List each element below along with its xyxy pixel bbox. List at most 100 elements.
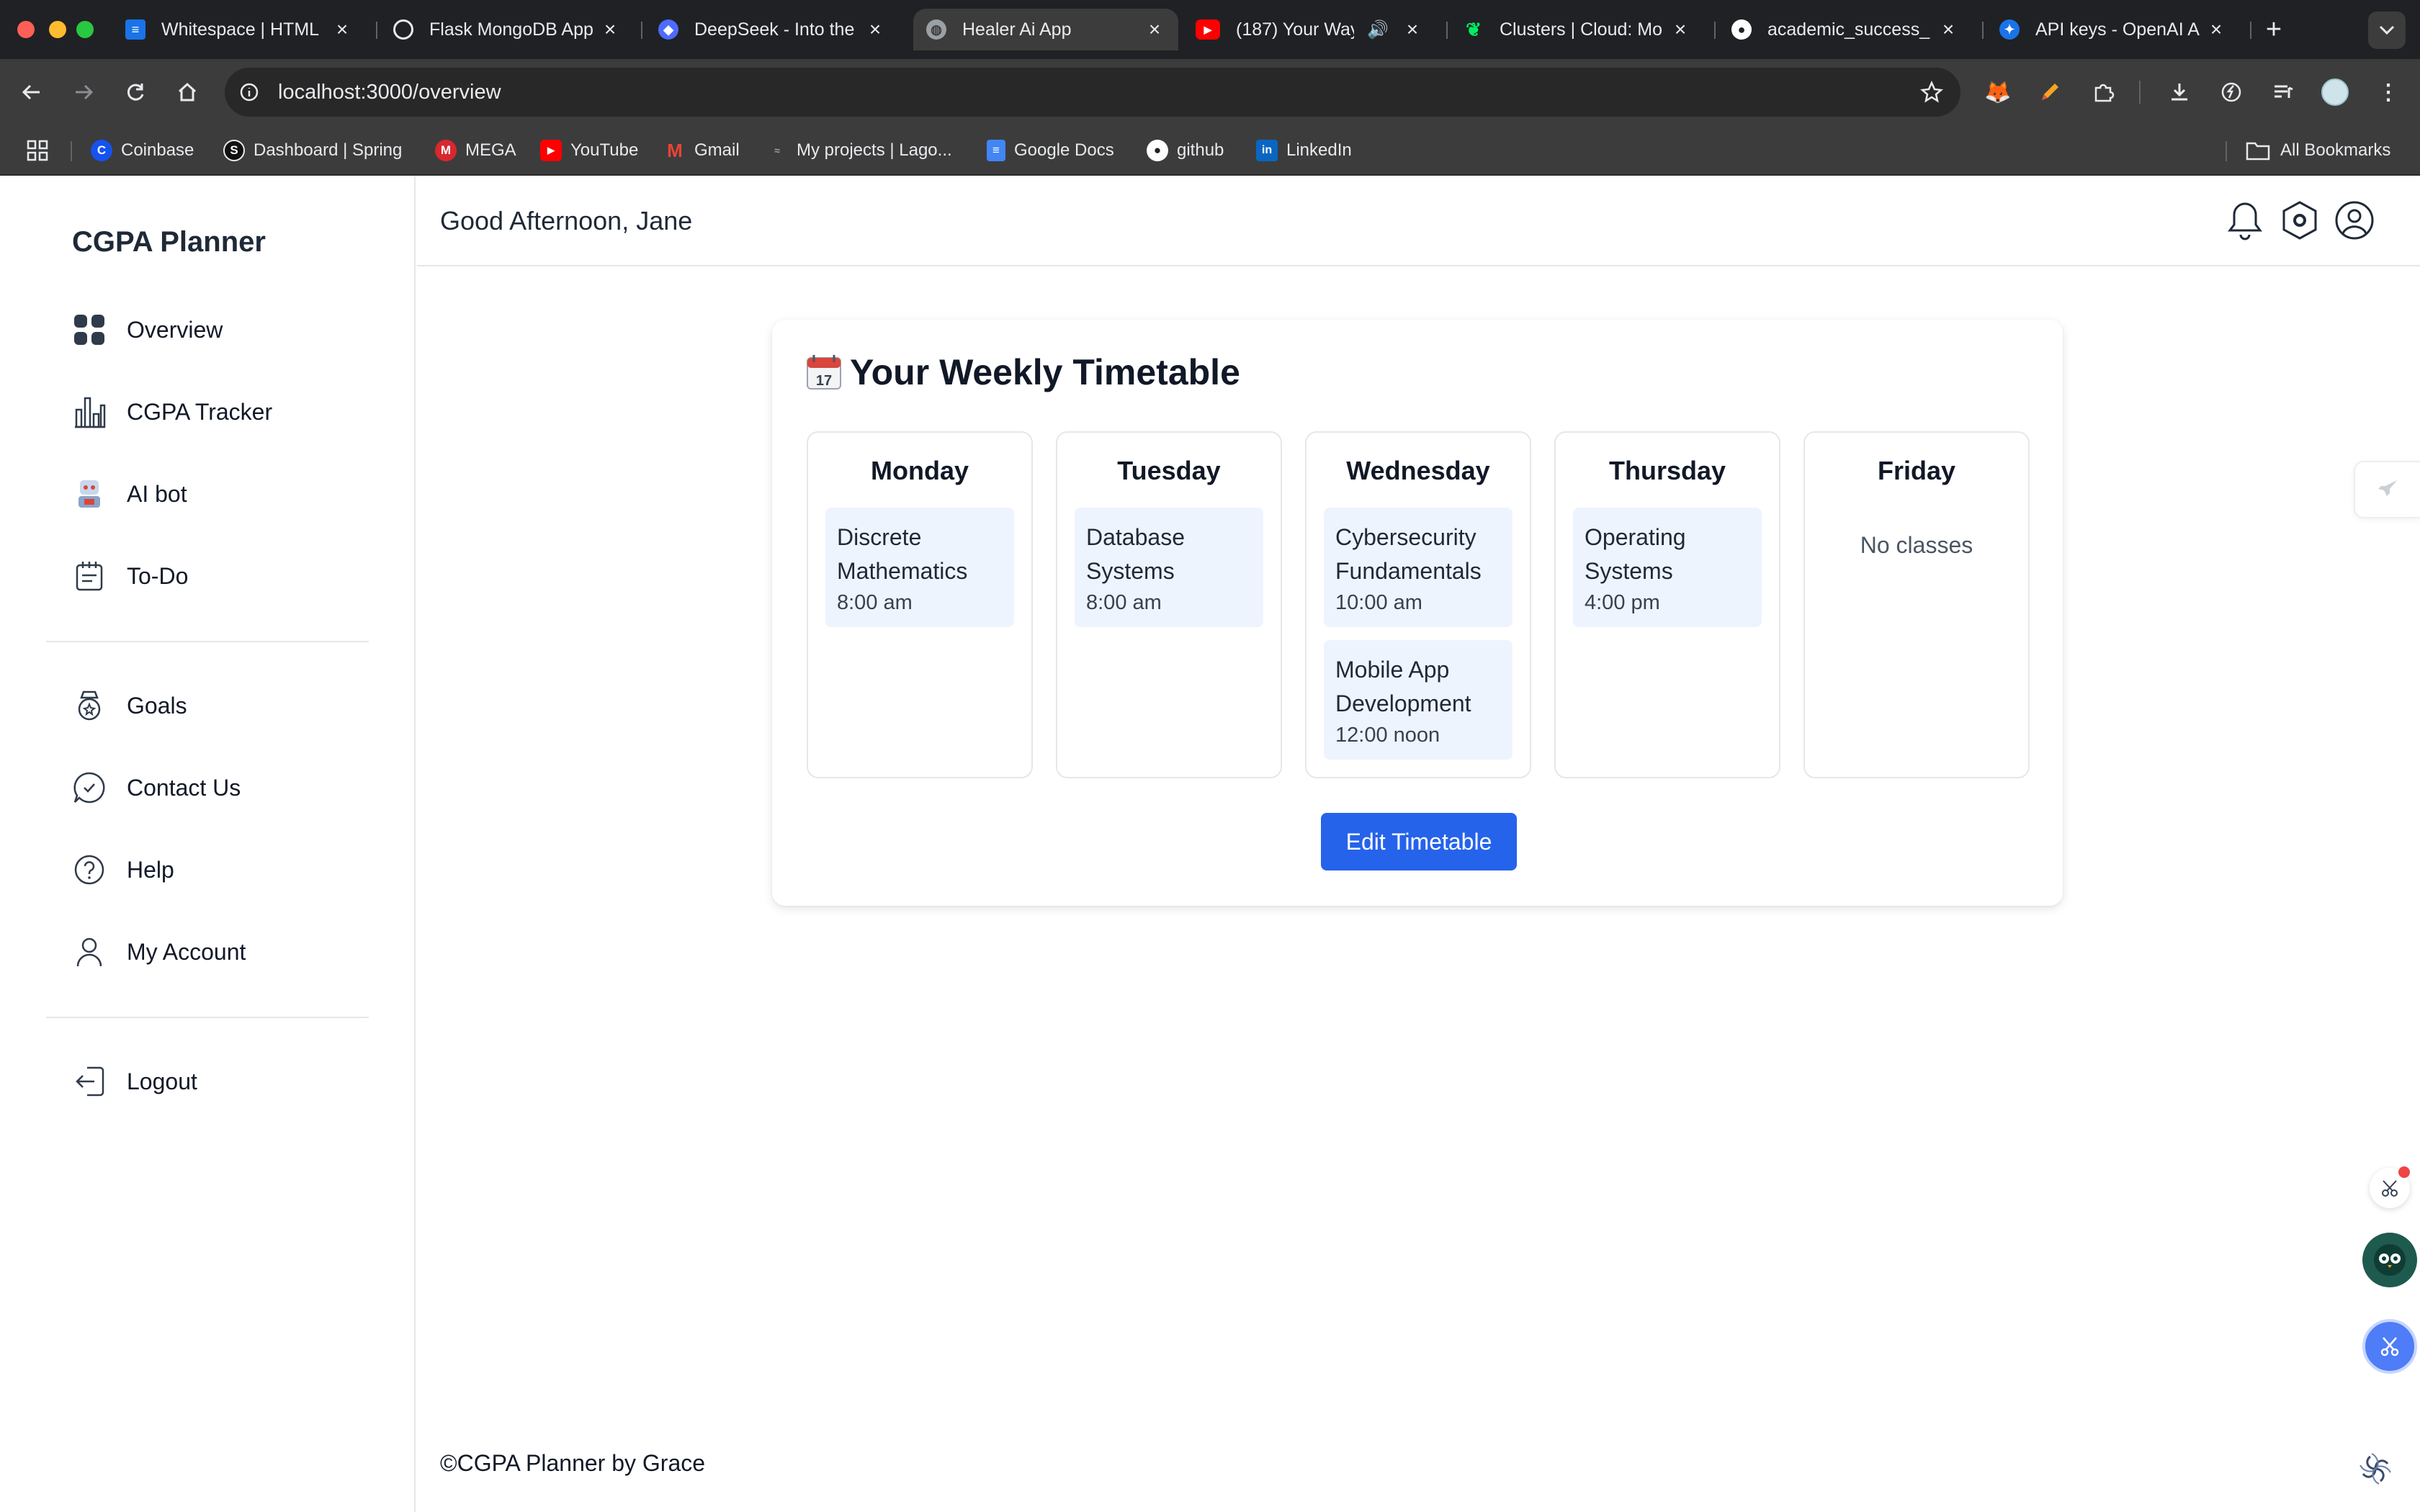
- bookmark-dashboard-spring[interactable]: S Dashboard | Spring: [223, 138, 402, 163]
- bookmark-linkedin[interactable]: in LinkedIn: [1256, 138, 1352, 163]
- scissors-extension-icon[interactable]: [2370, 1166, 2410, 1208]
- chevron-down-icon: [2379, 25, 2395, 35]
- folder-icon: [2246, 142, 2270, 161]
- sidebar-item-overview[interactable]: Overview: [69, 307, 223, 353]
- sidebar-item-help[interactable]: Help: [69, 847, 174, 893]
- mongodb-leaf-icon: ❦: [1466, 18, 1482, 40]
- class-time: 10:00 am: [1335, 591, 1422, 614]
- speaker-icon[interactable]: 🔊: [1367, 19, 1389, 40]
- bookmark-coinbase[interactable]: C Coinbase: [91, 138, 194, 163]
- class-entry[interactable]: Discrete Mathematics 8:00 am: [825, 508, 1014, 627]
- sidebar-item-contact-us[interactable]: Contact Us: [69, 765, 241, 811]
- close-icon[interactable]: ×: [2205, 18, 2227, 41]
- question-circle-icon: [69, 850, 109, 890]
- home-button[interactable]: [170, 75, 205, 109]
- browser-tab-active[interactable]: ◍ Healer Ai App ×: [913, 9, 1178, 50]
- browser-tab[interactable]: ≡ Whitespace | HTML ×: [112, 9, 366, 50]
- sidebar-item-ai-bot[interactable]: AI bot: [69, 471, 187, 517]
- browser-tab[interactable]: ✦ API keys - OpenAI A ×: [1986, 9, 2240, 50]
- timetable-title: 17 Your Weekly Timetable: [805, 351, 1240, 393]
- class-name: Discrete Mathematics: [837, 524, 968, 584]
- class-name: Mobile App Development: [1335, 657, 1471, 716]
- bookmark-google-docs[interactable]: ≡ Google Docs: [987, 138, 1114, 163]
- close-icon[interactable]: ×: [864, 18, 886, 41]
- class-time: 12:00 noon: [1335, 724, 1440, 747]
- browser-tab[interactable]: Flask MongoDB App ×: [380, 9, 634, 50]
- bookmark-mega[interactable]: M MEGA: [435, 138, 516, 163]
- github-icon: ●: [1731, 19, 1752, 40]
- coinbase-icon: C: [91, 140, 112, 161]
- no-classes-text: No classes: [1860, 532, 1973, 558]
- youtube-icon: ▶: [540, 140, 562, 161]
- home-icon: [178, 82, 197, 102]
- address-bar[interactable]: localhost:3000/overview: [225, 68, 1960, 117]
- profile-avatar-icon[interactable]: [2321, 78, 2349, 107]
- arrow-right-icon: [76, 84, 94, 100]
- logout-icon: [69, 1061, 109, 1102]
- all-bookmarks-button[interactable]: All Bookmarks: [2246, 138, 2390, 163]
- class-entry[interactable]: Mobile App Development 12:00 noon: [1324, 640, 1512, 760]
- bookmark-lago[interactable]: ≈ My projects | Lago...: [766, 138, 952, 163]
- download-icon[interactable]: [2165, 78, 2194, 107]
- sidebar-item-goals[interactable]: Goals: [69, 683, 187, 729]
- greeting-text: Good Afternoon, Jane: [440, 206, 693, 235]
- bookmark-youtube[interactable]: ▶ YouTube: [540, 138, 638, 163]
- bell-icon[interactable]: [2222, 197, 2268, 243]
- sidebar-item-my-account[interactable]: My Account: [69, 929, 246, 975]
- notepad-icon: [69, 556, 109, 596]
- edit-timetable-button[interactable]: Edit Timetable: [1321, 813, 1517, 870]
- mega-icon: M: [435, 140, 457, 161]
- settings-hex-icon[interactable]: [2277, 197, 2323, 243]
- reload-button[interactable]: [118, 75, 153, 109]
- bookmark-gmail[interactable]: M Gmail: [664, 138, 740, 163]
- tab-search-button[interactable]: [2368, 12, 2406, 49]
- close-icon[interactable]: ×: [331, 18, 353, 41]
- browser-tab[interactable]: ● academic_success_ ×: [1718, 9, 1972, 50]
- close-icon[interactable]: ×: [1144, 18, 1165, 41]
- sidebar-item-cgpa-tracker[interactable]: CGPA Tracker: [69, 389, 272, 435]
- browser-tab[interactable]: ▶ (187) Your Way 🔊 ×: [1183, 9, 1436, 50]
- class-name: Operating Systems: [1585, 524, 1686, 584]
- kebab-menu-icon[interactable]: ⋮: [2374, 78, 2403, 107]
- github-icon: ●: [1147, 140, 1168, 161]
- sidebar-divider: [46, 641, 369, 642]
- spiral-logo-icon[interactable]: [2352, 1446, 2398, 1492]
- close-icon[interactable]: ×: [1402, 18, 1423, 41]
- robot-icon: [69, 474, 109, 514]
- bookmarks-bar: C Coinbase S Dashboard | Spring M MEGA ▶…: [0, 125, 2420, 176]
- apps-grid-icon[interactable]: [26, 138, 49, 163]
- close-icon[interactable]: ×: [1670, 18, 1691, 41]
- class-entry[interactable]: Cybersecurity Fundamentals 10:00 am: [1324, 508, 1512, 627]
- metamask-icon[interactable]: 🦊: [1984, 78, 2012, 107]
- owl-extension-icon[interactable]: [2362, 1233, 2417, 1287]
- class-entry[interactable]: Database Systems 8:00 am: [1075, 508, 1263, 627]
- profile-circle-icon[interactable]: [2331, 197, 2378, 243]
- extensions-puzzle-icon[interactable]: [2089, 78, 2118, 107]
- forward-button[interactable]: [66, 75, 101, 109]
- browser-tab[interactable]: ◆ DeepSeek - Into the ×: [645, 9, 899, 50]
- side-panel-rocket-icon[interactable]: [2354, 461, 2420, 518]
- sidebar-item-to-do[interactable]: To-Do: [69, 553, 188, 599]
- openai-icon: ✦: [1999, 19, 2020, 40]
- site-info-icon[interactable]: [239, 82, 259, 102]
- performance-icon[interactable]: [2217, 78, 2246, 107]
- screenshot-extension-icon[interactable]: [2362, 1319, 2417, 1374]
- back-button[interactable]: [14, 75, 49, 109]
- day-name: Monday: [870, 456, 969, 485]
- browser-tab[interactable]: ❦ Clusters | Cloud: Mo ×: [1451, 9, 1704, 50]
- close-icon[interactable]: ×: [1937, 18, 1959, 41]
- class-entry[interactable]: Operating Systems 4:00 pm: [1573, 508, 1762, 627]
- pencil-extension-icon[interactable]: [2035, 78, 2064, 107]
- close-icon[interactable]: ×: [599, 18, 621, 41]
- media-controls-icon[interactable]: [2269, 78, 2298, 107]
- bar-chart-icon: [69, 392, 109, 432]
- class-name: Database Systems: [1086, 524, 1185, 584]
- window-close-button[interactable]: [17, 21, 35, 38]
- new-tab-button[interactable]: +: [2257, 13, 2290, 46]
- bookmark-star-icon[interactable]: [1920, 81, 1943, 104]
- bookmark-github[interactable]: ● github: [1147, 138, 1224, 163]
- sidebar-item-logout[interactable]: Logout: [69, 1058, 197, 1104]
- window-maximize-button[interactable]: [76, 21, 94, 38]
- window-minimize-button[interactable]: [49, 21, 66, 38]
- address-url[interactable]: localhost:3000/overview: [278, 81, 501, 104]
